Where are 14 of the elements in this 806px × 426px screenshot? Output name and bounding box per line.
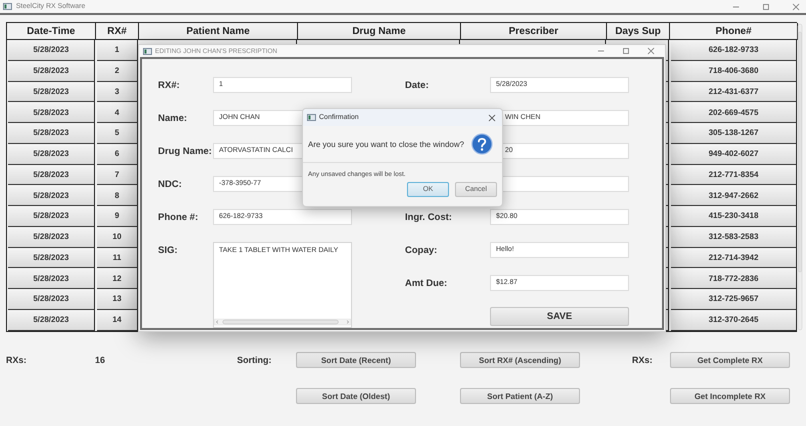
field-label: Copay: <box>405 244 438 258</box>
count-label: RXs: <box>6 355 28 365</box>
field-label: Name: <box>158 112 188 126</box>
field-label: NDC: <box>158 178 183 192</box>
field-label: Ingr. Cost: <box>405 211 453 225</box>
field-label: Phone #: <box>158 211 200 225</box>
field-label: SIG: <box>158 244 179 258</box>
field-label: Drug Name: <box>158 145 213 159</box>
field-label: Amt Due: <box>405 277 448 291</box>
sorting-label: Sorting: <box>237 355 272 365</box>
count-value: 16 <box>95 355 106 365</box>
field-label: RX#: <box>158 79 181 93</box>
rxs-label: RXs: <box>631 355 654 365</box>
field-label: Date: <box>405 79 430 93</box>
